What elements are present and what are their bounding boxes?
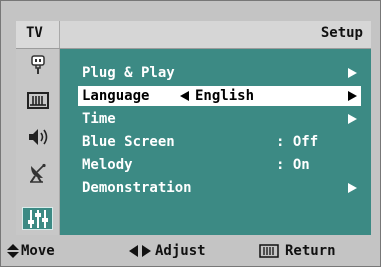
setup-menu-panel: TV Setup Plug & Play Language English Ti… bbox=[16, 21, 371, 235]
sound-speaker-icon[interactable] bbox=[22, 125, 53, 148]
menu-button-icon bbox=[259, 244, 279, 258]
menu-item-label: Time bbox=[82, 111, 116, 127]
menu-category-sidebar bbox=[16, 49, 60, 235]
return-hint: Return bbox=[259, 243, 336, 259]
menu-header: TV Setup bbox=[16, 21, 371, 49]
menu-item-label: Plug & Play bbox=[82, 65, 175, 81]
blue-screen-value: : Off bbox=[276, 134, 319, 150]
menu-item-label: Language bbox=[82, 88, 150, 104]
button-guide: Move Adjust Return bbox=[1, 237, 380, 266]
language-value[interactable]: English bbox=[195, 86, 254, 106]
menu-item-blue-screen[interactable]: Blue Screen : Off bbox=[78, 132, 361, 152]
move-hint: Move bbox=[7, 243, 55, 259]
source-label-box: TV bbox=[16, 21, 60, 48]
source-label: TV bbox=[26, 25, 43, 41]
setup-sliders-icon[interactable] bbox=[22, 207, 53, 230]
menu-item-label: Demonstration bbox=[82, 180, 192, 196]
menu-item-label: Blue Screen bbox=[82, 134, 175, 150]
submenu-arrow-icon bbox=[348, 183, 357, 193]
menu-item-language[interactable]: Language English bbox=[78, 86, 361, 106]
adjust-right-arrow-icon[interactable] bbox=[348, 91, 357, 101]
menu-item-time[interactable]: Time bbox=[78, 109, 361, 129]
picture-icon[interactable] bbox=[22, 89, 53, 112]
submenu-arrow-icon bbox=[348, 68, 357, 78]
adjust-left-arrow-icon[interactable] bbox=[180, 91, 189, 101]
setup-menu-list: Plug & Play Language English Time Blue S… bbox=[59, 49, 371, 235]
channel-antenna-icon[interactable] bbox=[22, 161, 53, 184]
move-hint-label: Move bbox=[21, 243, 55, 259]
left-right-arrow-icon bbox=[129, 245, 151, 257]
input-plug-icon[interactable] bbox=[22, 53, 53, 76]
menu-item-label: Melody bbox=[82, 157, 133, 173]
tv-screen: TV Setup Plug & Play Language English Ti… bbox=[0, 0, 381, 267]
submenu-arrow-icon bbox=[348, 114, 357, 124]
up-down-arrow-icon bbox=[7, 244, 19, 258]
menu-item-plug-and-play[interactable]: Plug & Play bbox=[78, 63, 361, 83]
melody-value: : On bbox=[276, 157, 310, 173]
menu-item-melody[interactable]: Melody : On bbox=[78, 155, 361, 175]
menu-title: Setup bbox=[320, 25, 363, 41]
return-hint-label: Return bbox=[285, 243, 336, 259]
adjust-hint-label: Adjust bbox=[155, 243, 206, 259]
adjust-hint: Adjust bbox=[129, 243, 206, 259]
menu-item-demonstration[interactable]: Demonstration bbox=[78, 178, 361, 198]
